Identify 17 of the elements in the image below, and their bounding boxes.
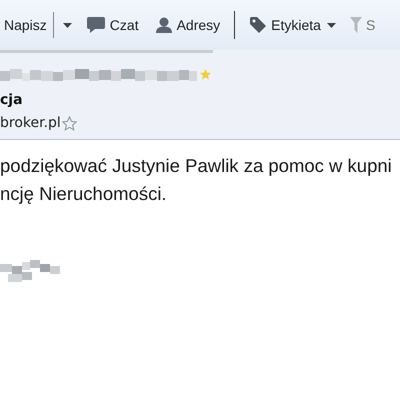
sender-address[interactable]: broker.pl [0,115,61,131]
compose-button[interactable]: Napisz [2,15,49,35]
tag-icon [249,16,268,34]
sender-name: cja [0,92,24,108]
star-icon[interactable] [62,116,77,130]
caret-icon[interactable] [62,22,72,28]
address-book-button[interactable]: Adresy [152,14,222,36]
speech-bubble-icon [86,16,106,34]
chat-button[interactable]: Czat [84,14,141,36]
tag-button[interactable]: Etykieta [247,14,323,36]
message-text: ncję Nieruchomości. [0,182,167,206]
caret-icon[interactable] [326,22,336,28]
person-icon [154,16,173,34]
message-text: podziękować Justynie Pawlik za pomoc w kupni [0,154,392,178]
filter-button[interactable]: S [348,15,378,35]
funnel-icon [350,17,362,33]
star-icon[interactable] [200,68,211,80]
